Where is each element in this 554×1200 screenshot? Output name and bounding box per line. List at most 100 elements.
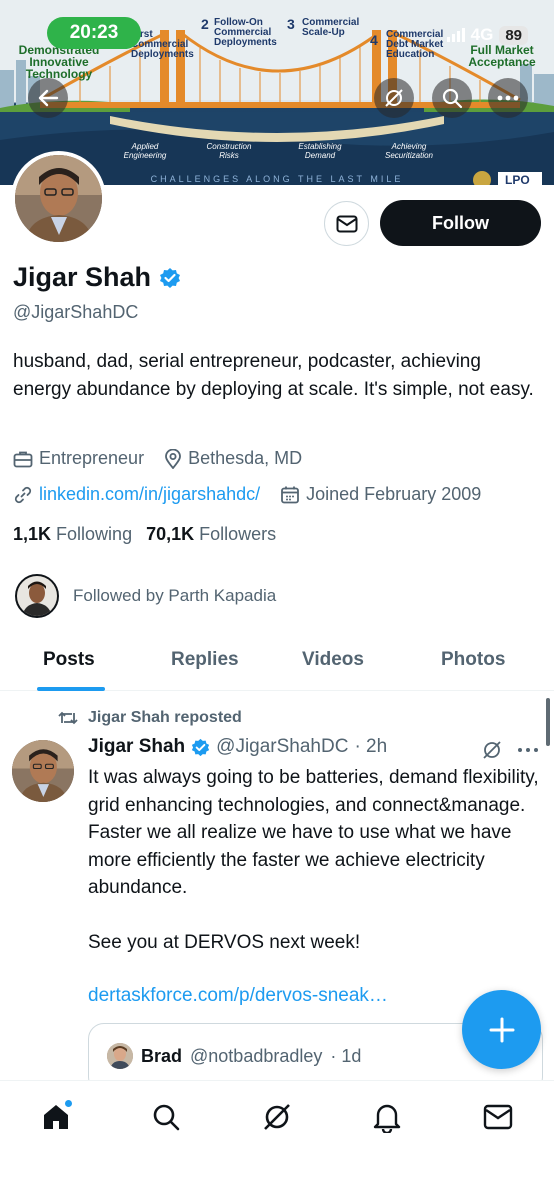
back-button[interactable] [28, 78, 68, 118]
profile-photo [15, 155, 102, 242]
post-text-2: See you at DERVOS next week! [88, 931, 361, 953]
following-count: 1,1K [13, 524, 52, 544]
more-options-button[interactable] [488, 78, 528, 118]
follow-counts: 1,1K Following 70,1K Followers [13, 524, 276, 545]
envelope-icon [483, 1104, 513, 1130]
banner-bottom-label-4: Achieving Securitization [384, 142, 434, 160]
banner-milestone-4-number: 4 [370, 32, 378, 48]
status-time: 20:23 [47, 17, 141, 49]
followers-count: 70,1K [146, 524, 195, 544]
search-button[interactable] [432, 78, 472, 118]
grok-icon [264, 1104, 290, 1130]
following-link[interactable]: 1,1K Following [13, 524, 132, 545]
plus-icon [489, 1017, 514, 1042]
banner-milestone-2-number: 2 [201, 16, 209, 32]
location-pin-icon [165, 448, 181, 469]
profile-category-label: Entrepreneur [39, 448, 145, 468]
tab-replies[interactable]: Replies [171, 649, 239, 671]
banner-bottom-label-1: Applied Engineering [123, 142, 167, 160]
profile-handle: @JigarShahDC [13, 302, 139, 322]
followed-by-text: Followed by Parth Kapadia [73, 586, 277, 605]
quoted-post-time: · 1d [330, 1045, 362, 1066]
profile-website-link[interactable]: linkedin.com/in/jigarshahdc/ [39, 484, 260, 505]
search-icon [153, 1104, 180, 1131]
home-notification-dot [64, 1099, 73, 1108]
profile-name-row: Jigar Shah [13, 262, 181, 293]
profile-joined-label: Joined February 2009 [306, 484, 482, 504]
profile-category: Entrepreneur [13, 448, 144, 469]
battery-level: 89 [499, 25, 528, 45]
nav-notifications[interactable] [367, 1097, 407, 1137]
verified-badge-icon [192, 738, 210, 756]
bell-icon [373, 1104, 401, 1133]
banner-milestone-4-label: Commercial Debt Market Education [386, 29, 444, 60]
repost-icon [58, 711, 78, 725]
post-author-avatar[interactable] [12, 740, 74, 802]
scrollbar-thumb[interactable] [546, 698, 550, 746]
followers-link[interactable]: 70,1K Followers [146, 524, 276, 545]
nav-grok[interactable] [257, 1097, 297, 1137]
banner-bottom-label-2: Construction Risks [206, 142, 252, 160]
post-time: · 2h [354, 736, 388, 757]
post-author-handle: @JigarShahDC [216, 736, 349, 757]
profile-location: Bethesda, MD [164, 448, 302, 469]
envelope-icon [336, 215, 357, 232]
link-icon [14, 486, 32, 503]
post-more-icon[interactable] [517, 747, 539, 753]
post-header: Jigar Shah @JigarShahDC · 2h [88, 736, 387, 758]
status-indicators: 4G 89 [446, 25, 528, 45]
quoted-author-photo [107, 1043, 133, 1069]
follower-photo [17, 576, 57, 616]
compose-post-button[interactable] [462, 990, 541, 1069]
post-author-photo [12, 740, 74, 802]
repost-indicator: Jigar Shah reposted [58, 709, 242, 727]
banner-milestone-2-label: Follow-On Commercial Deployments [214, 17, 277, 48]
banner-logo: LPO [505, 173, 530, 185]
message-button[interactable] [324, 201, 369, 246]
profile-meta-row-1: Entrepreneur Bethesda, MD [13, 448, 322, 469]
post-author-name[interactable]: Jigar Shah [88, 736, 185, 758]
profile-bio: husband, dad, serial entrepreneur, podca… [13, 351, 534, 400]
search-icon [442, 88, 463, 109]
banner-right-label: Full Market Acceptance [468, 43, 536, 69]
quoted-author-avatar [107, 1043, 133, 1069]
calendar-icon [281, 486, 300, 503]
profile-website[interactable]: linkedin.com/in/jigarshahdc/ [13, 484, 260, 505]
quoted-author-name: Brad [141, 1045, 183, 1066]
profile-joined: Joined February 2009 [280, 484, 481, 505]
nav-search[interactable] [146, 1097, 186, 1137]
post-body: It was always going to be batteries, dem… [88, 764, 543, 956]
tab-videos[interactable]: Videos [302, 649, 364, 671]
quoted-post-header: Brad @notbadbradley · 1d [107, 1043, 361, 1069]
post-text: It was always going to be batteries, dem… [88, 767, 539, 898]
grok-icon[interactable] [481, 739, 503, 761]
profile-tabs: Posts Replies Videos Photos [0, 636, 554, 691]
profile-location-label: Bethesda, MD [188, 448, 303, 468]
briefcase-icon [13, 451, 33, 467]
following-label: Following [56, 524, 133, 544]
verified-badge-icon[interactable] [159, 267, 181, 289]
nav-home[interactable] [36, 1097, 76, 1137]
tab-photos[interactable]: Photos [441, 649, 505, 671]
quoted-author-handle: @notbadbradley [190, 1045, 323, 1066]
arrow-left-icon [38, 89, 59, 107]
post-link[interactable]: dertaskforce.com/p/dervos-sneak… [88, 985, 388, 1007]
grok-button[interactable] [374, 78, 414, 118]
follow-button[interactable]: Follow [380, 200, 541, 246]
banner-milestone-3-label: Commercial Scale-Up [302, 17, 360, 38]
followers-label: Followers [199, 524, 277, 544]
repost-label: Jigar Shah reposted [88, 709, 242, 726]
active-tab-indicator [37, 687, 105, 691]
nav-messages[interactable] [478, 1097, 518, 1137]
signal-icon [446, 28, 465, 42]
grok-icon [385, 89, 403, 107]
followed-by-row[interactable]: Followed by Parth Kapadia [15, 574, 276, 618]
more-dots-icon [497, 95, 519, 101]
banner-bottom-label-3: Establishing Demand [298, 142, 342, 160]
profile-meta-row-2: linkedin.com/in/jigarshahdc/ Joined Febr… [13, 484, 501, 505]
follower-avatar [15, 574, 59, 618]
profile-avatar[interactable] [11, 151, 106, 246]
bottom-navigation [0, 1080, 554, 1200]
tab-posts[interactable]: Posts [43, 649, 95, 671]
network-type: 4G [470, 25, 494, 44]
